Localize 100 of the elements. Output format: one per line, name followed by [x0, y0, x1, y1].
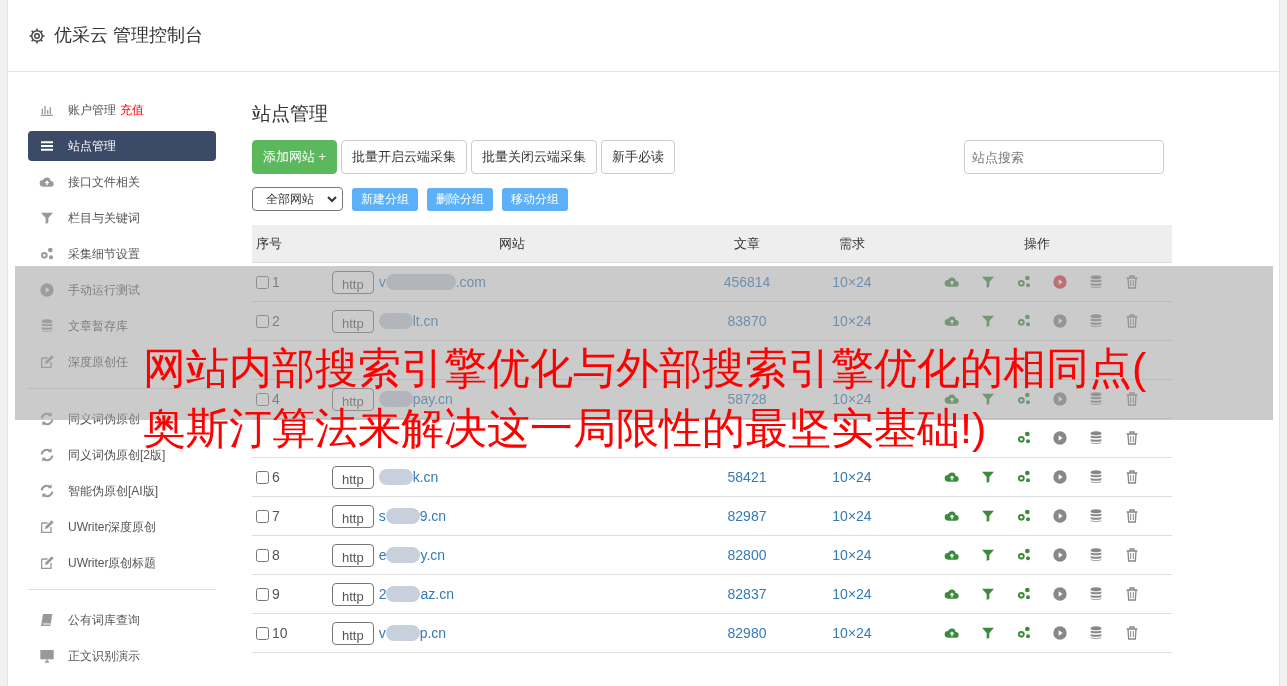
trash-icon[interactable] — [1124, 391, 1140, 407]
filter-icon[interactable] — [980, 391, 996, 407]
play-icon[interactable] — [1052, 391, 1068, 407]
sidebar-item[interactable]: 采集细节设置 — [28, 244, 151, 264]
search-field[interactable]: 站点搜索 — [964, 140, 1164, 174]
row-number: 9 — [272, 584, 280, 604]
row-checkbox[interactable] — [256, 587, 269, 601]
protocol-tag: http — [332, 582, 374, 606]
gears-icon[interactable] — [1016, 469, 1032, 485]
row-checkbox[interactable] — [256, 548, 269, 562]
article-count[interactable]: 82987 — [727, 507, 767, 524]
database-icon[interactable] — [1088, 313, 1104, 329]
refresh-icon — [39, 447, 55, 463]
row-checkbox[interactable] — [256, 275, 269, 289]
protocol-tag: http — [332, 465, 374, 489]
toolbar-button[interactable]: 新手必读 — [601, 140, 676, 174]
database-icon[interactable] — [1088, 391, 1104, 407]
gears-icon[interactable] — [1016, 508, 1032, 524]
row-checkbox[interactable] — [256, 626, 269, 640]
trash-icon[interactable] — [1124, 547, 1140, 563]
play-icon[interactable] — [1052, 508, 1068, 524]
demand-value[interactable]: 10×24 — [832, 624, 872, 641]
toolbar-button[interactable]: 添加网站 + — [252, 140, 338, 174]
sidebar-item[interactable]: 栏目与关键词 — [28, 208, 151, 228]
database-icon[interactable] — [1088, 586, 1104, 602]
filter-icon[interactable] — [980, 508, 996, 524]
column-header: 序号 — [256, 235, 282, 251]
gears-icon[interactable] — [1016, 547, 1032, 563]
demand-value[interactable]: 10×24 — [832, 507, 872, 524]
sidebar-item[interactable]: 正文识别演示 — [28, 646, 151, 666]
edit-icon — [39, 555, 55, 571]
article-count[interactable]: 58421 — [727, 468, 767, 485]
trash-icon[interactable] — [1124, 625, 1140, 641]
gears-icon[interactable] — [1016, 586, 1032, 602]
book-icon — [39, 612, 55, 628]
demand-value[interactable]: 10×24 — [832, 546, 872, 563]
gears-icon[interactable] — [1016, 274, 1032, 290]
site-link[interactable]: k.cn — [378, 466, 439, 488]
demand-value[interactable]: 10×24 — [832, 585, 872, 602]
database-icon[interactable] — [1088, 625, 1104, 641]
database-icon[interactable] — [1088, 274, 1104, 290]
play-icon[interactable] — [1052, 274, 1068, 290]
site-link[interactable]: s 9.cn — [378, 505, 447, 527]
database-icon[interactable] — [1088, 508, 1104, 524]
trash-icon[interactable] — [1124, 586, 1140, 602]
filter-icon[interactable] — [980, 274, 996, 290]
protocol-tag: http — [332, 504, 374, 528]
sidebar-item[interactable]: 文章暂存库 — [28, 316, 139, 336]
article-count[interactable]: 82837 — [727, 585, 767, 602]
database-icon[interactable] — [1088, 547, 1104, 563]
trash-icon[interactable] — [1124, 430, 1140, 446]
play-icon[interactable] — [1052, 469, 1068, 485]
play-icon[interactable] — [1052, 625, 1068, 641]
gears-icon[interactable] — [1016, 625, 1032, 641]
gears-icon[interactable] — [1016, 430, 1032, 446]
edit-icon — [39, 354, 55, 370]
filter-icon[interactable] — [980, 547, 996, 563]
row-checkbox[interactable] — [256, 392, 269, 406]
play-icon[interactable] — [1052, 313, 1068, 329]
column-header: 需求 — [839, 235, 865, 251]
gears-icon[interactable] — [1016, 313, 1032, 329]
group-select[interactable]: 全部网站 — [252, 187, 343, 211]
database-icon[interactable] — [1088, 430, 1104, 446]
row-checkbox[interactable] — [256, 509, 269, 523]
filter-icon[interactable] — [980, 313, 996, 329]
filter-icon[interactable] — [980, 625, 996, 641]
demand-value[interactable]: 10×24 — [832, 468, 872, 485]
toolbar-button[interactable]: 批量开启云端采集 — [341, 140, 468, 174]
trash-icon[interactable] — [1124, 313, 1140, 329]
trash-icon[interactable] — [1124, 274, 1140, 290]
filter-icon[interactable] — [980, 469, 996, 485]
trash-icon[interactable] — [1124, 508, 1140, 524]
sidebar-item[interactable]: 深度原创任 — [28, 352, 139, 372]
gears-icon[interactable] — [1016, 391, 1032, 407]
row-checkbox[interactable] — [256, 314, 269, 328]
sidebar-item[interactable]: 接口文件相关 — [28, 172, 151, 192]
play-icon[interactable] — [1052, 586, 1068, 602]
sidebar-item[interactable]: UWriter原创标题 — [28, 553, 168, 573]
site-link[interactable]: 2 az.cn — [378, 583, 454, 605]
article-count[interactable]: 82980 — [727, 624, 767, 641]
sidebar-item[interactable]: 账户管理 充值 — [28, 100, 155, 120]
sidebar-item[interactable]: UWriter深度原创 — [28, 517, 168, 537]
row-number: 8 — [272, 545, 280, 565]
toolbar-button[interactable]: 批量关闭云端采集 — [471, 140, 598, 174]
play-icon[interactable] — [1052, 430, 1068, 446]
sidebar-item[interactable]: 智能伪原创[AI版] — [28, 481, 169, 501]
gears-icon — [39, 246, 55, 262]
row-checkbox[interactable] — [256, 470, 269, 484]
site-link[interactable]: v p.cn — [378, 622, 447, 644]
page-title: 站点管理 — [252, 102, 329, 126]
sidebar-item[interactable]: 同义词伪原创 — [28, 409, 151, 429]
trash-icon[interactable] — [1124, 469, 1140, 485]
sidebar-item[interactable]: 公有词库查询 — [28, 610, 151, 630]
filter-icon[interactable] — [980, 586, 996, 602]
sidebar-item[interactable]: 站点管理 — [28, 131, 216, 161]
site-link[interactable]: e y.cn — [378, 544, 446, 566]
database-icon[interactable] — [1088, 469, 1104, 485]
play-icon[interactable] — [1052, 547, 1068, 563]
sidebar-item[interactable]: 手动运行测试 — [28, 280, 151, 300]
article-count[interactable]: 82800 — [727, 546, 767, 563]
